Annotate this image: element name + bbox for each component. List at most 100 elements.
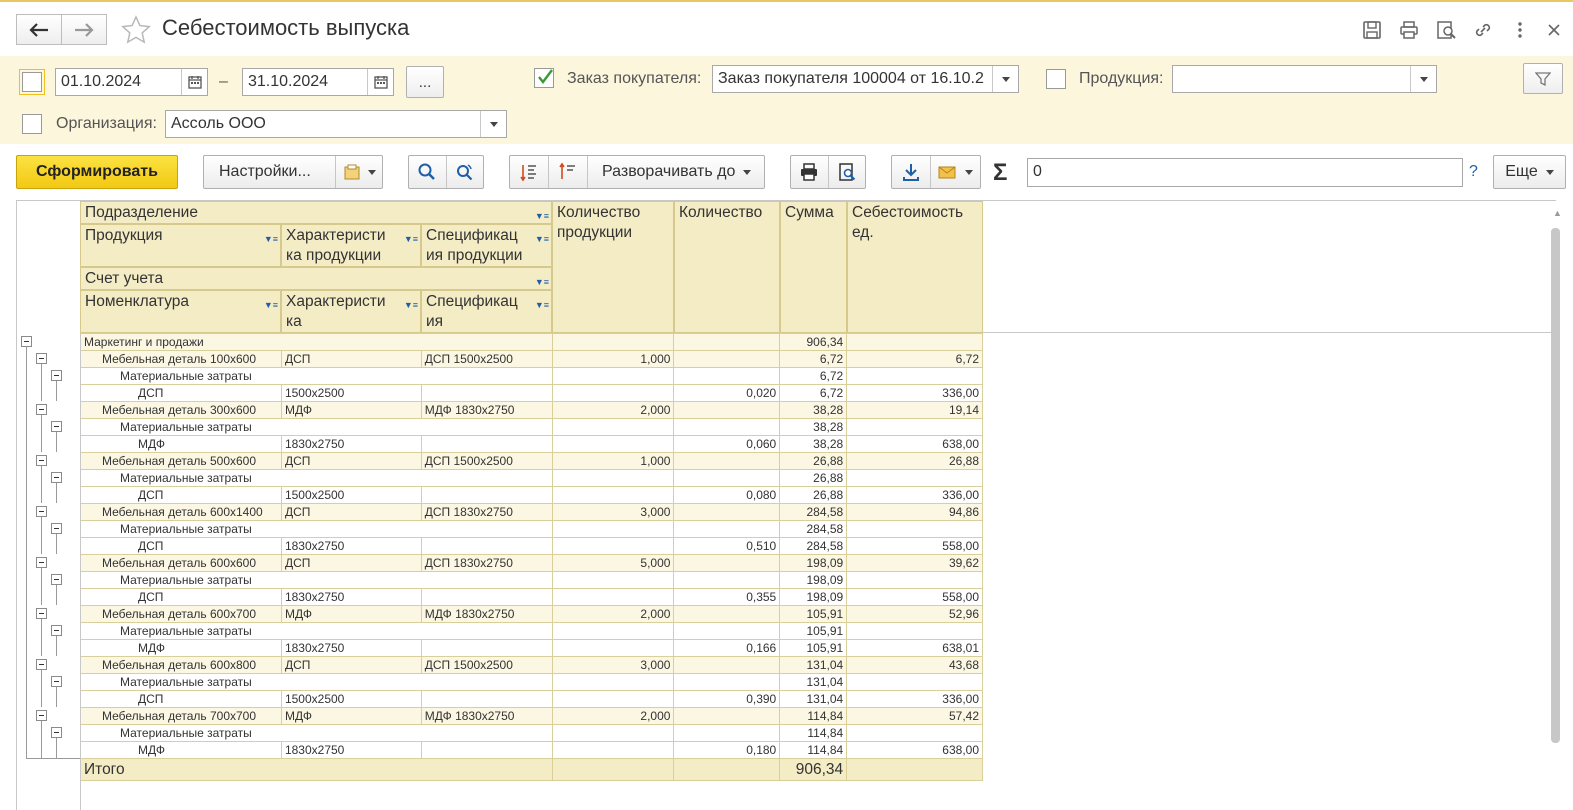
cell-name[interactable]: Мебельная деталь 500x600 — [80, 452, 282, 470]
cell-unit-cost[interactable]: 336,00 — [846, 486, 983, 504]
collapse-toggle-icon[interactable] — [51, 727, 62, 738]
print-icon[interactable] — [1398, 19, 1420, 41]
cell-unit-cost[interactable]: 19,14 — [846, 401, 983, 419]
sort-icon[interactable]: ▼≡ — [404, 295, 418, 315]
cell-qty-product[interactable] — [551, 639, 675, 657]
cell-name[interactable]: Материальные затраты — [80, 622, 553, 640]
table-row[interactable]: Материальные затраты 26,88 — [80, 469, 983, 487]
table-row[interactable]: Мебельная деталь 700x700 МДФ МДФ 1830x2750… — [80, 707, 983, 725]
close-icon[interactable] — [1543, 19, 1565, 41]
collapse-toggle-icon[interactable] — [51, 625, 62, 636]
cell-name[interactable]: Материальные затраты — [80, 418, 553, 436]
cell-char[interactable]: ДСП — [280, 656, 422, 674]
cell-spec[interactable] — [420, 741, 553, 759]
cell-spec[interactable] — [420, 384, 553, 402]
order-field[interactable]: Заказ покупателя 100004 от 16.10.2 — [712, 65, 1019, 93]
settings-button[interactable]: Настройки... — [203, 155, 383, 189]
cell-name[interactable]: МДФ — [80, 639, 282, 657]
cell-qty[interactable] — [673, 469, 781, 487]
cell-sum[interactable]: 906,34 — [779, 333, 848, 351]
sort-icon[interactable]: ▼≡ — [535, 272, 549, 292]
cell-sum[interactable]: 105,91 — [779, 605, 848, 623]
cell-qty[interactable]: 0,166 — [673, 639, 781, 657]
cell-sum[interactable]: 198,09 — [779, 588, 848, 606]
sort-icon[interactable]: ▼≡ — [404, 229, 418, 249]
collapse-toggle-icon[interactable] — [36, 404, 47, 415]
cell-sum[interactable]: 105,91 — [779, 622, 848, 640]
period-select-button[interactable]: ... — [406, 66, 444, 98]
send-email-button[interactable] — [931, 162, 973, 182]
table-row[interactable]: МДФ 1830x2750 0,166 105,91 638,01 — [80, 639, 983, 657]
scroll-up-icon[interactable]: ▲ — [1553, 208, 1562, 218]
forward-button[interactable] — [61, 14, 107, 45]
cell-unit-cost[interactable]: 638,00 — [846, 435, 983, 453]
cell-spec[interactable]: ДСП 1500x2500 — [420, 452, 553, 470]
cell-unit-cost[interactable]: 52,96 — [846, 605, 983, 623]
cell-sum[interactable]: 114,84 — [779, 741, 848, 759]
cell-qty-product[interactable] — [551, 486, 675, 504]
cell-qty-product[interactable] — [551, 367, 675, 385]
expand-to-dropdown[interactable]: Разворачивать до — [588, 163, 752, 181]
cell-qty-product[interactable] — [551, 384, 675, 402]
cell-qty[interactable] — [673, 724, 781, 742]
cell-spec[interactable]: ДСП 1830x2750 — [420, 554, 553, 572]
table-row[interactable]: Мебельная деталь 600x1400 ДСП ДСП 1830x275… — [80, 503, 983, 521]
table-row[interactable]: Материальные затраты 114,84 — [80, 724, 983, 742]
cell-name[interactable]: МДФ — [80, 741, 282, 759]
cell-char[interactable]: 1500x2500 — [280, 486, 422, 504]
expand-button[interactable] — [549, 162, 587, 182]
cell-name[interactable]: ДСП — [80, 588, 282, 606]
cell-char[interactable]: ДСП — [280, 503, 422, 521]
table-row[interactable]: ДСП 1830x2750 0,510 284,58 558,00 — [80, 537, 983, 555]
cell-sum[interactable]: 284,58 — [779, 520, 848, 538]
cell-qty-product[interactable] — [551, 537, 675, 555]
cell-qty-product[interactable]: 2,000 — [551, 707, 675, 725]
back-button[interactable] — [16, 14, 62, 45]
cell-qty-product[interactable] — [551, 333, 675, 351]
table-row[interactable]: ДСП 1500x2500 0,390 131,04 336,00 — [80, 690, 983, 708]
cell-qty[interactable] — [673, 707, 781, 725]
collapse-toggle-icon[interactable] — [36, 506, 47, 517]
cell-name[interactable]: Материальные затраты — [80, 520, 553, 538]
table-row[interactable]: Материальные затраты 284,58 — [80, 520, 983, 538]
cell-unit-cost[interactable]: 558,00 — [846, 537, 983, 555]
table-row[interactable]: Мебельная деталь 600x800 ДСП ДСП 1500x2500… — [80, 656, 983, 674]
cell-qty[interactable]: 0,020 — [673, 384, 781, 402]
preview-icon[interactable] — [1435, 19, 1457, 41]
cell-qty[interactable] — [673, 673, 781, 691]
table-row[interactable]: Мебельная деталь 600x600 ДСП ДСП 1830x2750… — [80, 554, 983, 572]
cell-name[interactable]: МДФ — [80, 435, 282, 453]
cell-qty-product[interactable] — [551, 588, 675, 606]
cell-qty-product[interactable]: 3,000 — [551, 503, 675, 521]
cell-char[interactable]: 1830x2750 — [280, 435, 422, 453]
collapse-toggle-icon[interactable] — [51, 421, 62, 432]
search-button[interactable] — [409, 162, 446, 182]
cell-sum[interactable]: 38,28 — [779, 418, 848, 436]
cell-spec[interactable] — [420, 486, 553, 504]
collapse-toggle-icon[interactable] — [51, 370, 62, 381]
table-row[interactable]: Мебельная деталь 300x600 МДФ МДФ 1830x2750… — [80, 401, 983, 419]
link-icon[interactable] — [1472, 19, 1494, 41]
cell-name[interactable]: Материальные затраты — [80, 367, 553, 385]
cell-spec[interactable] — [420, 537, 553, 555]
cell-name[interactable]: Мебельная деталь 100x600 — [80, 350, 282, 368]
cell-sum[interactable]: 38,28 — [779, 401, 848, 419]
cell-qty[interactable] — [673, 418, 781, 436]
chevron-down-icon[interactable] — [992, 66, 1018, 92]
search-next-button[interactable] — [447, 162, 484, 182]
sort-icon[interactable]: ▼≡ — [264, 229, 278, 249]
product-checkbox[interactable] — [1046, 69, 1066, 89]
filter-button[interactable] — [1523, 63, 1563, 94]
cell-unit-cost[interactable]: 43,68 — [846, 656, 983, 674]
cell-unit-cost[interactable] — [846, 333, 983, 351]
report-spreadsheet[interactable]: Подразделение ▼≡ Продукция ▼≡ Характеристи… — [16, 200, 1556, 810]
cell-qty-product[interactable] — [551, 622, 675, 640]
collapse-toggle-icon[interactable] — [36, 608, 47, 619]
cell-qty-product[interactable]: 2,000 — [551, 605, 675, 623]
cell-char[interactable]: ДСП — [280, 554, 422, 572]
cell-name[interactable]: Мебельная деталь 600x700 — [80, 605, 282, 623]
organization-checkbox[interactable] — [22, 114, 42, 134]
cell-char[interactable]: 1830x2750 — [280, 639, 422, 657]
cell-name[interactable]: Мебельная деталь 600x600 — [80, 554, 282, 572]
cell-qty[interactable]: 0,180 — [673, 741, 781, 759]
